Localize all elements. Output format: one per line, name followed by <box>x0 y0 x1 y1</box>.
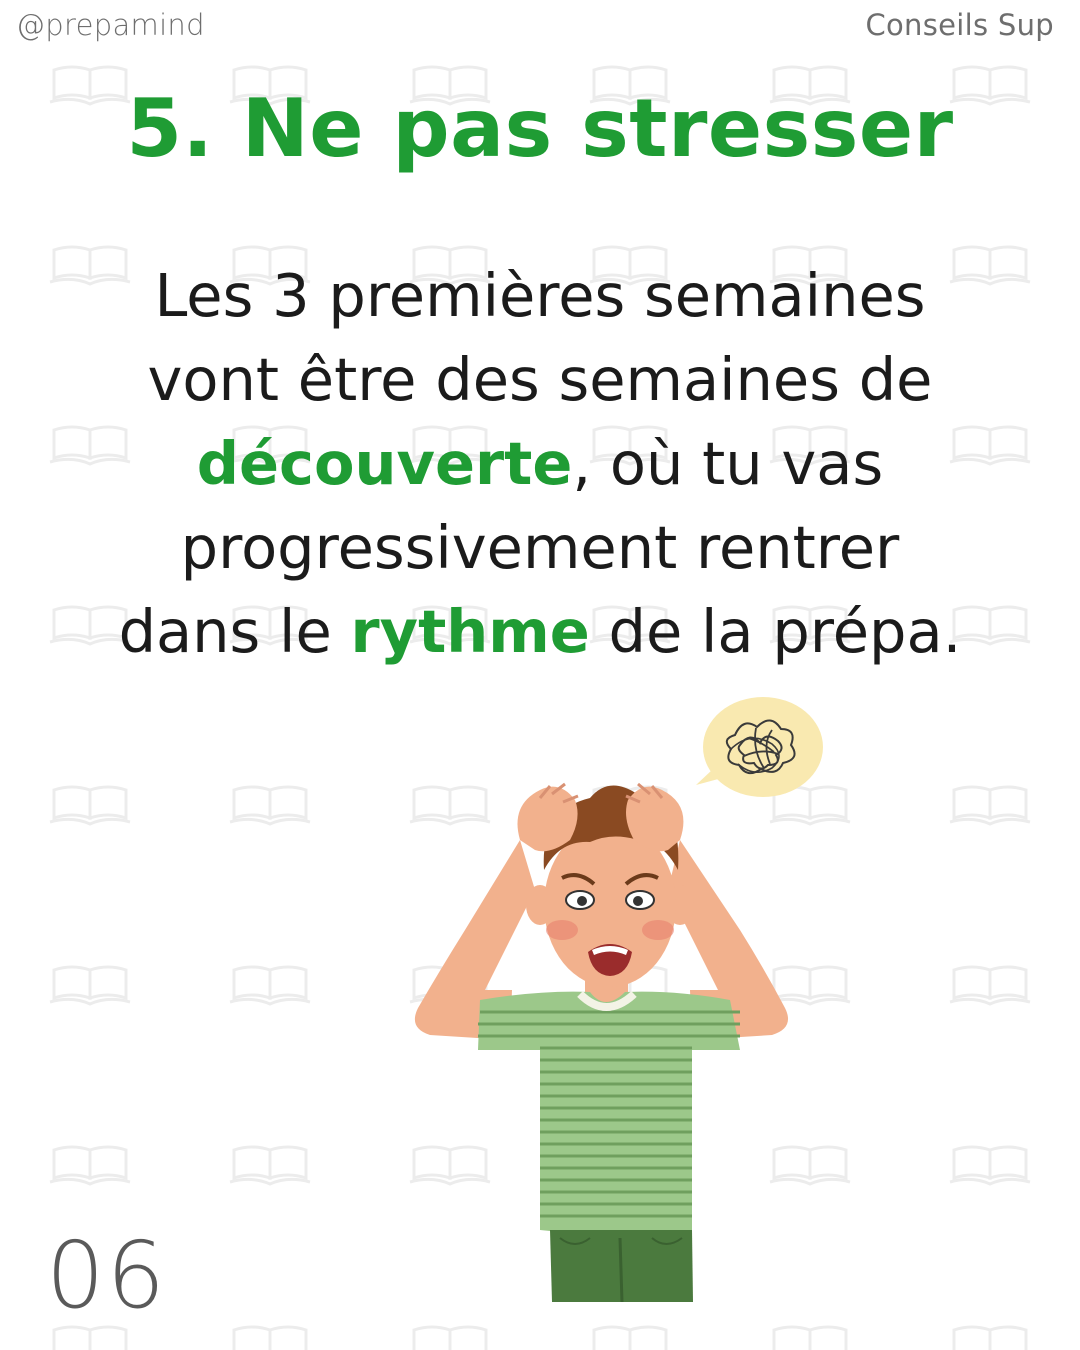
open-book-icon <box>228 1145 312 1186</box>
open-book-icon <box>948 965 1032 1006</box>
body-line-2: vont être des semaines de <box>147 345 933 414</box>
thought-bubble-icon <box>696 697 823 797</box>
body-paragraph: Les 3 premières semaines vont être des s… <box>40 254 1040 674</box>
author-handle: @prepamind <box>16 8 205 42</box>
page-number: 06 <box>46 1222 168 1329</box>
body-line-3: découverte, où tu vas <box>40 422 1040 506</box>
striped-shirt <box>478 990 740 1234</box>
body-line-5: dans le rythme de la prépa. <box>40 590 1040 674</box>
highlight-decouverte: découverte <box>196 429 573 498</box>
open-book-icon <box>228 1325 312 1350</box>
open-book-icon <box>228 965 312 1006</box>
open-book-icon <box>768 1325 852 1350</box>
open-book-icon <box>588 1325 672 1350</box>
open-book-icon <box>48 965 132 1006</box>
open-book-icon <box>948 1325 1032 1350</box>
open-book-icon <box>48 785 132 826</box>
open-book-icon <box>48 1325 132 1350</box>
page-title: 5. Ne pas stresser <box>126 82 954 175</box>
series-label: Conseils Sup <box>865 8 1054 42</box>
highlight-rythme: rythme <box>350 597 590 666</box>
body-line-1: Les 3 premières semaines <box>154 261 926 330</box>
open-book-icon <box>228 785 312 826</box>
slide: @prepamind Conseils Sup 5. Ne pas stress… <box>0 0 1080 1350</box>
body-line-5-start: dans le <box>118 597 351 666</box>
open-book-icon <box>948 1145 1032 1186</box>
body-line-3-rest: , où tu vas <box>572 429 884 498</box>
body-line-5-end: de la prépa. <box>589 597 962 666</box>
body-line-4: progressivement rentrer <box>180 513 900 582</box>
open-book-icon <box>408 1325 492 1350</box>
stressed-student-illustration <box>414 697 823 1303</box>
open-book-icon <box>948 785 1032 826</box>
open-book-icon <box>48 1145 132 1186</box>
